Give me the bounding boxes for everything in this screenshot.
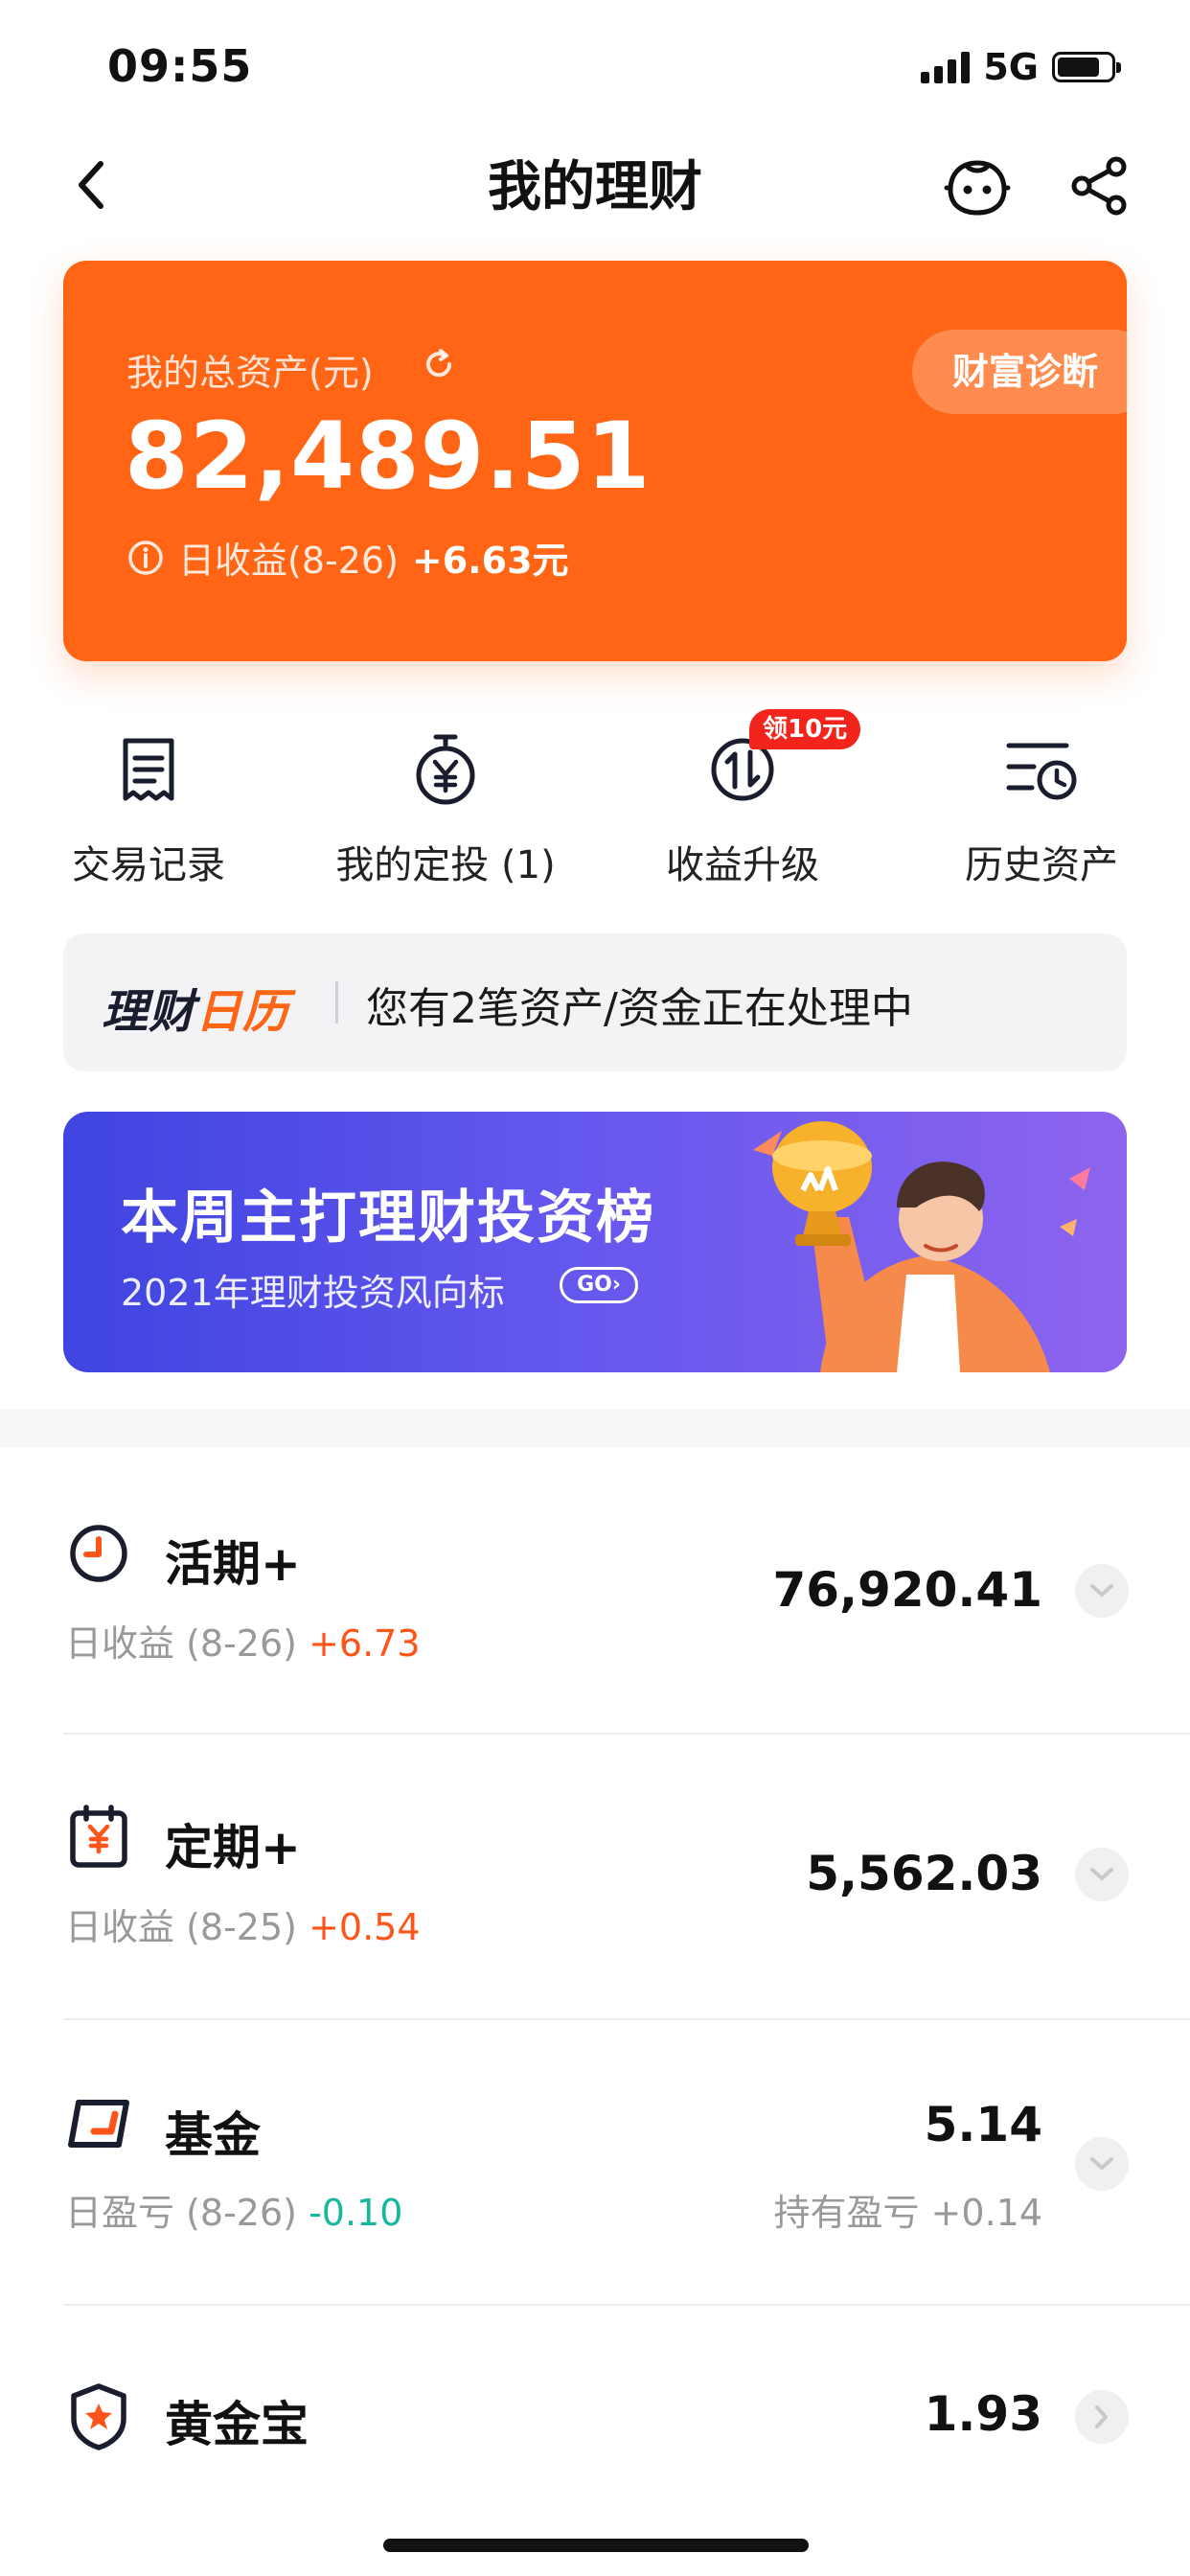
finance-calendar-strip[interactable]: 理财日历 您有2笔资产/资金正在处理中 — [63, 933, 1127, 1071]
product-amount: 76,920.41 — [772, 1562, 1042, 1618]
expand-button[interactable] — [1075, 2137, 1129, 2191]
product-row-gold[interactable]: 黄金宝 1.93 — [63, 2377, 1190, 2501]
refresh-icon[interactable] — [420, 345, 458, 387]
yuan-timer-icon — [416, 734, 475, 805]
trophy-person-illustration — [753, 1121, 1090, 1372]
receipt-icon — [123, 738, 174, 801]
share-icon — [1071, 156, 1127, 216]
product-row-fund[interactable]: 基金 日盈亏 (8-26) -0.10 5.14 持有盈亏 +0.14 — [63, 2083, 1190, 2246]
row-divider — [63, 2018, 1190, 2020]
product-name: 基金 — [165, 2107, 261, 2163]
status-time: 09:55 — [107, 40, 253, 92]
go-button[interactable]: GO› — [560, 1267, 638, 1303]
signal-icon — [921, 51, 971, 83]
banner-subtitle: 2021年理财投资风向标 — [121, 1272, 505, 1314]
status-indicators: 5G — [921, 46, 1121, 88]
product-name: 定期+ — [165, 1820, 301, 1875]
holding-pnl: 持有盈亏 +0.14 — [773, 2192, 1042, 2234]
gold-shield-icon — [71, 2383, 126, 2450]
product-amount: 1.93 — [924, 2386, 1042, 2442]
product-daily-earnings: 日收益 (8-26) +6.73 — [65, 1622, 421, 1665]
quick-action-label: 收益升级 — [666, 843, 819, 887]
product-amount: 5.14 — [924, 2097, 1042, 2152]
chevron-down-icon — [1090, 2157, 1113, 2170]
daily-earnings-value: +6.63元 — [411, 540, 569, 582]
row-divider — [63, 2304, 1190, 2306]
product-name: 活期+ — [165, 1536, 301, 1592]
quick-action-label: 交易记录 — [72, 843, 225, 887]
section-separator — [0, 1409, 1190, 1447]
expand-button[interactable] — [1075, 1848, 1129, 1901]
product-amount: 5,562.03 — [806, 1846, 1042, 1901]
promo-badge: 领10元 — [749, 709, 861, 749]
chevron-down-icon — [1090, 1868, 1113, 1880]
share-button[interactable] — [1064, 150, 1136, 222]
fund-icon — [68, 2100, 129, 2148]
robot-face-icon — [944, 160, 1011, 216]
history-list-icon — [1006, 743, 1077, 800]
row-divider — [63, 1733, 1190, 1735]
total-assets-card[interactable]: 我的总资产(元) 82,489.51 日收益(8-26) +6.63元 财富诊断 — [63, 261, 1127, 661]
quick-action-transactions[interactable]: 交易记录 — [0, 726, 297, 889]
daily-earnings: 日收益(8-26) +6.63元 — [126, 531, 569, 584]
product-name: 黄金宝 — [165, 2397, 309, 2452]
calendar-message: 您有2笔资产/资金正在处理中 — [366, 984, 913, 1033]
quick-action-history-assets[interactable]: 历史资产 — [893, 726, 1190, 889]
product-daily-pnl: 日盈亏 (8-26) -0.10 — [65, 2192, 403, 2234]
finance-calendar-logo: 理财日历 — [102, 985, 290, 1039]
network-type: 5G — [983, 46, 1039, 88]
banner-title: 本周主打理财投资榜 — [121, 1184, 655, 1252]
customer-service-button[interactable] — [939, 150, 1016, 222]
home-indicator[interactable] — [383, 2539, 809, 2552]
promo-banner[interactable]: 本周主打理财投资榜 2021年理财投资风向标 GO› — [63, 1112, 1127, 1372]
total-assets-amount: 82,489.51 — [125, 402, 652, 510]
total-assets-label: 我的总资产(元) — [126, 352, 374, 394]
info-icon[interactable] — [126, 539, 165, 577]
expand-button[interactable] — [1075, 1564, 1129, 1618]
product-row-current[interactable]: 活期+ 日收益 (8-26) +6.73 76,920.41 — [63, 1514, 1190, 1677]
wealth-diagnosis-button[interactable]: 财富诊断 — [911, 330, 1127, 414]
divider — [335, 981, 338, 1024]
quick-action-earnings-upgrade[interactable]: 收益升级 — [594, 726, 891, 889]
daily-earnings-label: 日收益(8-26) — [178, 540, 399, 582]
quick-action-label: 历史资产 — [965, 843, 1118, 887]
chevron-right-icon — [1095, 2405, 1108, 2428]
calendar-yuan-icon — [70, 1805, 127, 1868]
chevron-down-icon — [1090, 1584, 1113, 1597]
product-daily-earnings: 日收益 (8-25) +0.54 — [65, 1906, 421, 1948]
quick-action-auto-invest[interactable]: 我的定投 (1) — [297, 726, 594, 889]
product-row-fixed[interactable]: 定期+ 日收益 (8-25) +0.54 5,562.03 — [63, 1798, 1190, 1961]
quick-action-label: 我的定投 (1) — [335, 843, 556, 887]
open-button[interactable] — [1075, 2390, 1129, 2444]
clock-icon — [70, 1525, 127, 1582]
battery-icon — [1052, 52, 1121, 82]
